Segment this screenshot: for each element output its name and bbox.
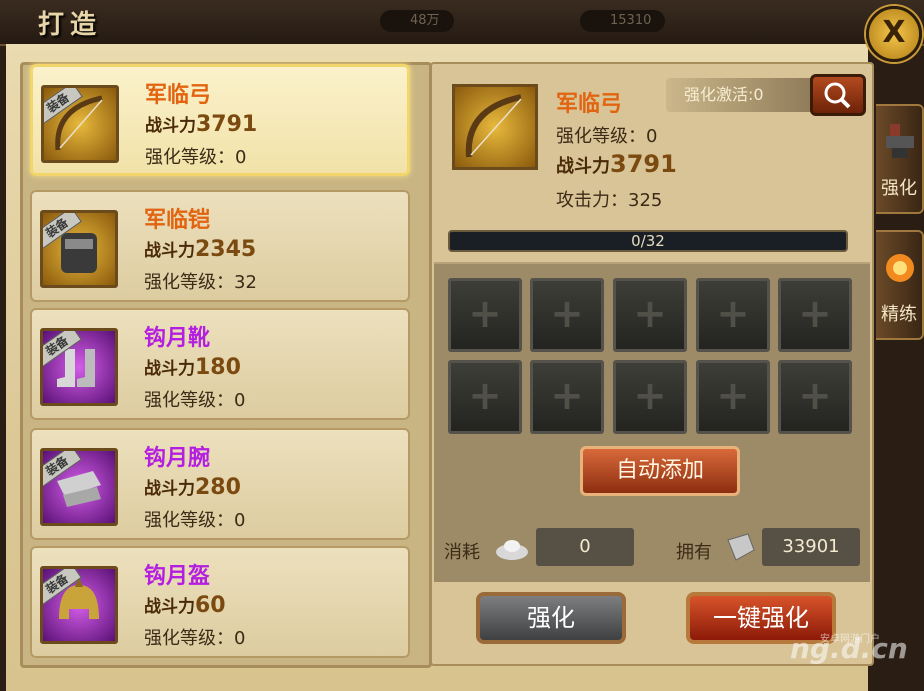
detail-attack: 攻击力：325: [556, 190, 663, 211]
equipment-card-bracer[interactable]: 装备 钩月腕 战斗力280 强化等级：0: [30, 428, 410, 540]
search-icon: [824, 82, 851, 109]
equipment-card-boots[interactable]: 装备 钩月靴 战斗力180 强化等级：0: [30, 308, 410, 420]
helmet-icon: 装备: [40, 566, 118, 644]
equipment-level: 强化等级：0: [144, 628, 246, 649]
plus-icon: +: [468, 373, 502, 419]
window-title: 打造: [38, 10, 103, 40]
plus-icon: +: [550, 291, 584, 337]
equipment-power: 战斗力280: [144, 475, 241, 500]
material-slot[interactable]: +: [613, 360, 687, 434]
equipment-power: 战斗力2345: [144, 237, 257, 262]
equipment-level: 强化等级：0: [145, 147, 247, 168]
top-bar: [0, 0, 924, 46]
gold-amount: 15310: [610, 13, 652, 28]
owned-value: 33901: [762, 528, 860, 566]
gold-currency: 15310: [580, 10, 666, 32]
equipment-power: 战斗力3791: [145, 112, 258, 137]
plus-icon: +: [633, 291, 667, 337]
tab-refine[interactable]: 精练: [876, 230, 924, 340]
tab-enhance-label: 强化: [881, 178, 917, 199]
silver-amount: 48万: [410, 13, 440, 28]
close-button[interactable]: X: [866, 6, 922, 62]
material-slot[interactable]: +: [778, 278, 852, 352]
detail-name: 军临弓: [556, 92, 623, 117]
equipment-name: 钩月靴: [144, 326, 211, 351]
equipment-card-armor[interactable]: 装备 军临铠 战斗力2345 强化等级：32: [30, 190, 410, 302]
enhance-progress-bar: 0/32: [448, 230, 848, 252]
plus-icon: +: [716, 291, 750, 337]
tab-enhance[interactable]: 强化: [876, 104, 924, 214]
silver-currency: 48万: [380, 10, 454, 32]
search-button[interactable]: [810, 74, 866, 116]
silver-ingot-icon: [496, 540, 528, 560]
material-slot[interactable]: +: [778, 360, 852, 434]
enhance-stone-icon: [727, 533, 755, 561]
material-slot[interactable]: +: [530, 278, 604, 352]
furnace-icon: [886, 254, 914, 282]
cost-label: 消耗: [444, 542, 480, 563]
material-slot[interactable]: +: [696, 278, 770, 352]
boots-icon: 装备: [40, 328, 118, 406]
material-slot[interactable]: +: [696, 360, 770, 434]
equipment-name: 军临铠: [144, 208, 211, 233]
plus-icon: +: [550, 373, 584, 419]
detail-level: 强化等级：0: [556, 126, 658, 147]
selected-bow-icon: [452, 84, 538, 170]
equipment-power: 战斗力60: [144, 593, 226, 618]
activation-label: 强化激活:0: [666, 78, 816, 112]
material-slot[interactable]: +: [530, 360, 604, 434]
material-slot[interactable]: +: [448, 278, 522, 352]
plus-icon: +: [468, 291, 502, 337]
auto-add-button[interactable]: 自动添加: [580, 446, 740, 496]
plus-icon: +: [798, 291, 832, 337]
equipment-level: 强化等级：0: [144, 510, 246, 531]
watermark: ng.d.cn: [790, 632, 908, 665]
material-slot[interactable]: +: [448, 360, 522, 434]
equipment-name: 钩月腕: [144, 446, 211, 471]
progress-text: 0/32: [631, 232, 665, 250]
detail-power: 战斗力3791: [556, 150, 677, 178]
equipment-name: 军临弓: [145, 83, 212, 108]
equipment-card-bow[interactable]: 装备 军临弓 战斗力3791 强化等级：0: [30, 64, 410, 176]
equipment-level: 强化等级：0: [144, 390, 246, 411]
tab-refine-label: 精练: [881, 304, 917, 325]
equipment-card-helmet[interactable]: 装备 钩月盔 战斗力60 强化等级：0: [30, 546, 410, 658]
plus-icon: +: [798, 373, 832, 419]
bow-icon: 装备: [41, 85, 119, 163]
material-slot[interactable]: +: [613, 278, 687, 352]
enhance-button[interactable]: 强化: [476, 592, 626, 644]
bracer-icon: 装备: [40, 448, 118, 526]
equipment-level: 强化等级：32: [144, 272, 257, 293]
plus-icon: +: [633, 373, 667, 419]
equipment-name: 钩月盔: [144, 564, 211, 589]
armor-icon: 装备: [40, 210, 118, 288]
equipment-power: 战斗力180: [144, 355, 241, 380]
plus-icon: +: [716, 373, 750, 419]
cost-value: 0: [536, 528, 634, 566]
owned-label: 拥有: [676, 542, 712, 563]
anvil-icon: [886, 124, 914, 158]
